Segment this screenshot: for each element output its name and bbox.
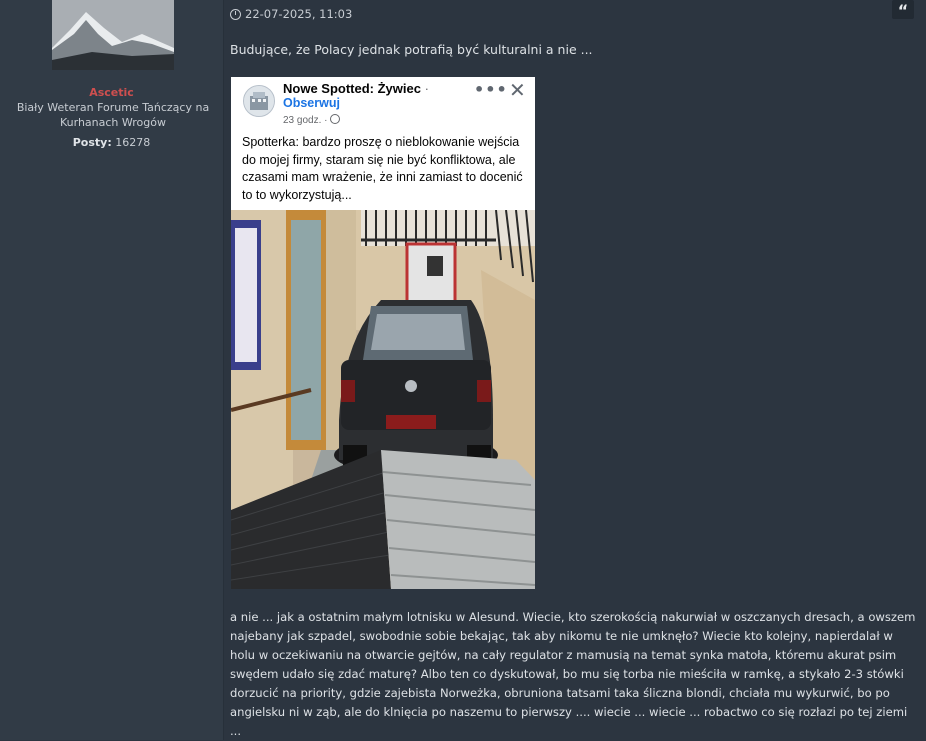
username[interactable]: Ascetic bbox=[0, 86, 223, 99]
post-count: Posty: 16278 bbox=[0, 136, 223, 149]
close-icon[interactable]: ✕ bbox=[509, 78, 526, 102]
post-photo[interactable] bbox=[231, 209, 535, 589]
globe-icon bbox=[330, 114, 341, 124]
quote-button[interactable]: “ bbox=[892, 0, 914, 20]
post-meta: 23 godz. · bbox=[283, 114, 341, 126]
page-avatar[interactable] bbox=[243, 85, 275, 117]
user-profile-panel: Ascetic Biały Weteran Forume Tańczący na… bbox=[0, 0, 224, 740]
post-count-value: 16278 bbox=[115, 136, 151, 149]
post-time: 23 godz. bbox=[283, 115, 322, 126]
clock-icon bbox=[230, 8, 241, 20]
more-dots-icon[interactable]: ••• bbox=[474, 80, 508, 99]
follow-button[interactable]: Obserwuj bbox=[283, 96, 340, 110]
post-date[interactable]: 22-07-2025, 11:03 bbox=[230, 7, 352, 21]
user-avatar[interactable] bbox=[52, 0, 174, 70]
embedded-post-text: Spotterka: bardzo proszę o nieblokowanie… bbox=[242, 135, 523, 202]
quote-icon: “ bbox=[897, 1, 909, 20]
post-intro: Budujące, że Polacy jednak potrafią być … bbox=[230, 42, 593, 57]
page-name[interactable]: Nowe Spotted: Żywiec · bbox=[283, 81, 429, 96]
post-body: a nie ... jak a ostatnim małym lotnisku … bbox=[230, 610, 916, 738]
user-rank: Biały Weteran Forume Tańczący na Kurhana… bbox=[16, 101, 210, 129]
embedded-facebook-post[interactable]: Nowe Spotted: Żywiec · Obserwuj 23 godz.… bbox=[231, 77, 535, 589]
post-count-label: Posty: bbox=[72, 136, 112, 149]
post-date-text: 22-07-2025, 11:03 bbox=[245, 7, 353, 21]
